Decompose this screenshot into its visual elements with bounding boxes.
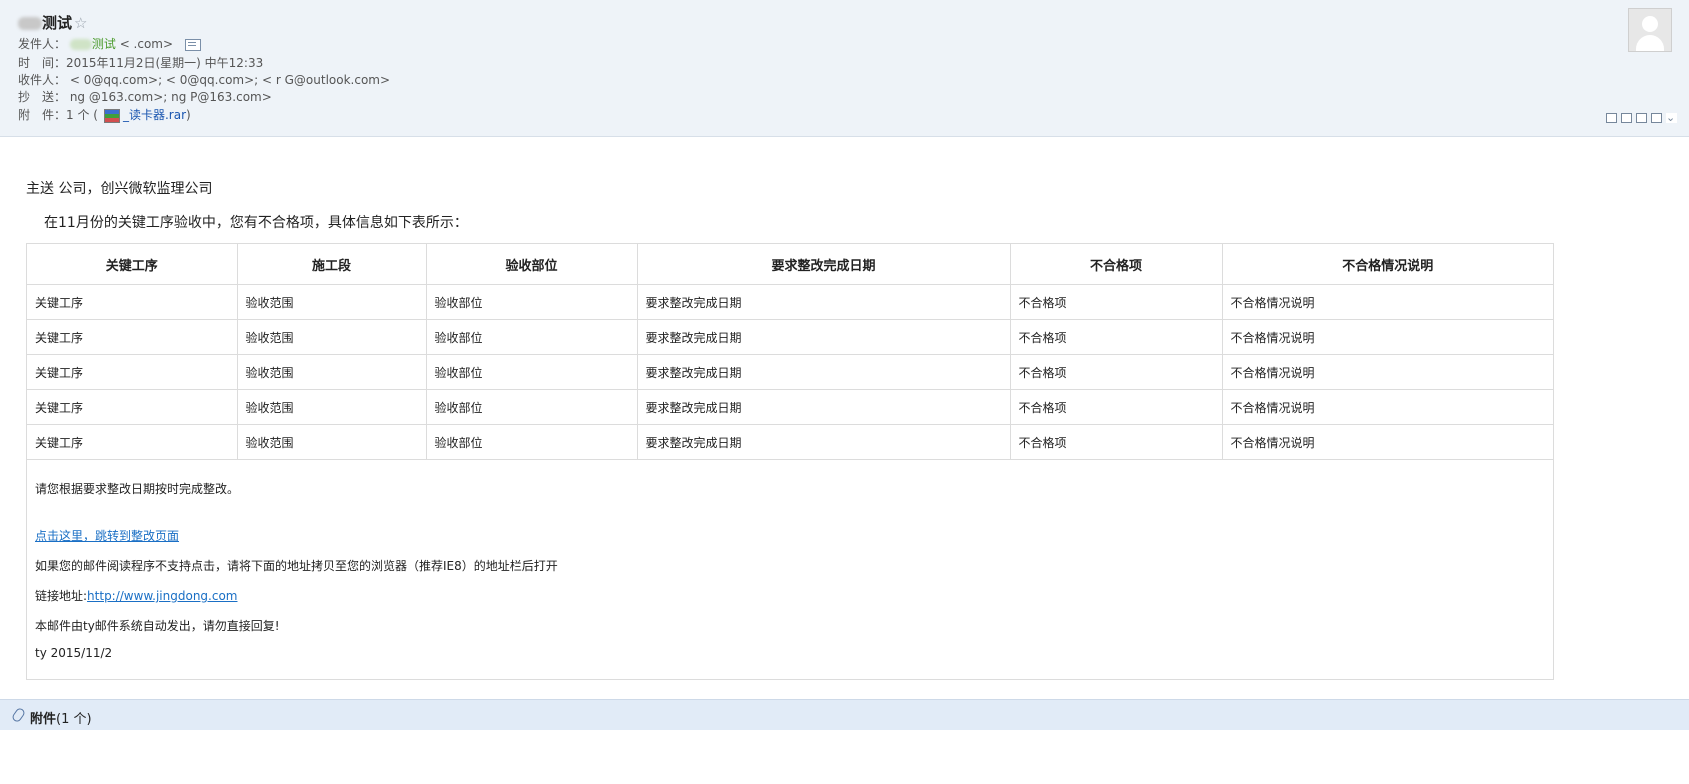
content-box: 关键工序 施工段 验收部位 要求整改完成日期 不合格项 不合格情况说明 关键工序…: [26, 243, 1554, 680]
time-value: 2015年11月2日(星期一) 中午12:33: [66, 56, 264, 70]
url-line: 链接地址:http://www.jingdong.com: [35, 587, 237, 604]
recipients[interactable]: < 0@qq.com>; < 0@qq.com>; < r G@outlook.…: [66, 73, 390, 87]
table-cell: 要求整改完成日期: [637, 424, 1011, 460]
table-row: 关键工序 验收范围 验收部位 要求整改完成日期 不合格项 不合格情况说明: [27, 424, 1553, 460]
attachment-label: 附 件：: [18, 108, 67, 122]
table-cell: 验收部位: [426, 354, 638, 390]
jump-link[interactable]: 点击这里，跳转到整改页面: [35, 527, 179, 544]
mail-header: 测试 ☆ 发件人： 测试 < .com> 时 间：2015年11月2日(星期一) …: [0, 0, 1689, 137]
table-cell: 不合格项: [1010, 424, 1223, 460]
table-cell: 要求整改完成日期: [637, 389, 1011, 425]
to-label: 收件人：: [18, 73, 67, 87]
column-header: 验收部位: [426, 244, 638, 285]
open-icon[interactable]: [1636, 113, 1647, 123]
new-window-icon[interactable]: [1606, 113, 1617, 123]
attachment-count: 1 个 (: [66, 108, 98, 122]
sender-address[interactable]: < .com>: [120, 37, 173, 51]
table-cell: 要求整改完成日期: [637, 319, 1011, 355]
from-row: 发件人： 测试 < .com>: [18, 35, 201, 52]
time-row: 时 间：2015年11月2日(星期一) 中午12:33: [18, 54, 263, 71]
inspection-table: 关键工序 施工段 验收部位 要求整改完成日期 不合格项 不合格情况说明 关键工序…: [27, 244, 1553, 460]
fallback-text: 如果您的邮件阅读程序不支持点击，请将下面的地址拷贝至您的浏览器（推荐IE8）的地…: [35, 559, 558, 573]
column-header: 关键工序: [27, 244, 238, 285]
table-cell: 验收范围: [237, 319, 427, 355]
table-cell: 不合格项: [1010, 354, 1223, 390]
table-cell: 不合格情况说明: [1222, 354, 1553, 390]
attachments-bar[interactable]: 附件(1 个): [0, 699, 1689, 730]
attachment-close-paren: ): [186, 108, 191, 122]
intro-text: 在11月份的关键工序验收中，您有不合格项，具体信息如下表所示：: [44, 215, 468, 231]
attachments-label: 附件: [30, 712, 57, 727]
table-cell: 验收部位: [426, 319, 638, 355]
table-cell: 不合格情况说明: [1222, 389, 1553, 425]
mail-subject: 测试 ☆: [18, 12, 87, 33]
table-cell: 验收范围: [237, 424, 427, 460]
attachments-title: 附件(1 个): [30, 708, 92, 727]
greeting-text: 主送 公司，创兴微软监理公司: [26, 181, 213, 197]
column-header: 施工段: [237, 244, 427, 285]
redacted-text: [18, 17, 42, 30]
table-cell: 不合格情况说明: [1222, 319, 1553, 355]
cc-row: 抄 送： ng @163.com>; ng P@163.com>: [18, 88, 272, 105]
attachments-count: (1 个): [56, 712, 92, 727]
table-cell: 要求整改完成日期: [637, 354, 1011, 390]
signature-text: ty 2015/11/2: [35, 646, 113, 660]
cc-recipients[interactable]: ng @163.com>; ng P@163.com>: [66, 90, 272, 104]
star-icon[interactable]: ☆: [74, 14, 87, 32]
table-cell: 要求整改完成日期: [637, 284, 1011, 320]
table-cell: 验收范围: [237, 284, 427, 320]
column-header: 不合格项: [1010, 244, 1223, 285]
table-cell: 不合格项: [1010, 284, 1223, 320]
from-label: 发件人：: [18, 37, 67, 51]
auto-note-text: 本邮件由ty邮件系统自动发出，请勿直接回复!: [35, 619, 280, 633]
table-cell: 验收范围: [237, 389, 427, 425]
table-cell: 验收部位: [426, 424, 638, 460]
table-cell: 验收部位: [426, 389, 638, 425]
attachment-file-link[interactable]: _读卡器.rar: [123, 108, 186, 122]
table-row: 关键工序 验收范围 验收部位 要求整改完成日期 不合格项 不合格情况说明: [27, 354, 1553, 390]
subject-text: 测试: [42, 14, 73, 32]
attachment-row: 附 件：1 个 ( _读卡器.rar): [18, 106, 191, 123]
table-cell: 关键工序: [27, 424, 238, 460]
contact-card-icon[interactable]: [184, 38, 201, 51]
table-cell: 不合格情况说明: [1222, 284, 1553, 320]
note-icon[interactable]: [1621, 113, 1632, 123]
table-cell: 验收部位: [426, 284, 638, 320]
cc-label: 抄 送：: [18, 90, 67, 104]
rar-file-icon: [103, 108, 120, 123]
url-label: 链接地址:: [35, 589, 88, 603]
table-cell: 不合格项: [1010, 389, 1223, 425]
table-cell: 关键工序: [27, 389, 238, 425]
url-link[interactable]: http://www.jingdong.com: [87, 589, 237, 603]
table-header-row: 关键工序 施工段 验收部位 要求整改完成日期 不合格项 不合格情况说明: [27, 244, 1553, 285]
table-cell: 关键工序: [27, 319, 238, 355]
chevron-down-icon[interactable]: ⌄: [1666, 112, 1677, 123]
column-header: 不合格情况说明: [1222, 244, 1553, 285]
column-header: 要求整改完成日期: [637, 244, 1011, 285]
header-toolbar: ⌄: [1606, 112, 1677, 123]
table-row: 关键工序 验收范围 验收部位 要求整改完成日期 不合格项 不合格情况说明: [27, 389, 1553, 425]
table-cell: 关键工序: [27, 284, 238, 320]
paperclip-icon: [10, 706, 27, 724]
time-label: 时 间：: [18, 56, 67, 70]
redacted-text: [69, 39, 92, 50]
sender-avatar[interactable]: [1628, 8, 1672, 52]
table-row: 关键工序 验收范围 验收部位 要求整改完成日期 不合格项 不合格情况说明: [27, 284, 1553, 320]
print-icon[interactable]: [1651, 113, 1662, 123]
notice-text: 请您根据要求整改日期按时完成整改。: [35, 482, 240, 496]
table-cell: 关键工序: [27, 354, 238, 390]
table-row: 关键工序 验收范围 验收部位 要求整改完成日期 不合格项 不合格情况说明: [27, 319, 1553, 355]
table-cell: 验收范围: [237, 354, 427, 390]
to-row: 收件人： < 0@qq.com>; < 0@qq.com>; < r G@out…: [18, 71, 390, 88]
sender-name[interactable]: 测试: [92, 37, 116, 51]
table-cell: 不合格项: [1010, 319, 1223, 355]
table-cell: 不合格情况说明: [1222, 424, 1553, 460]
